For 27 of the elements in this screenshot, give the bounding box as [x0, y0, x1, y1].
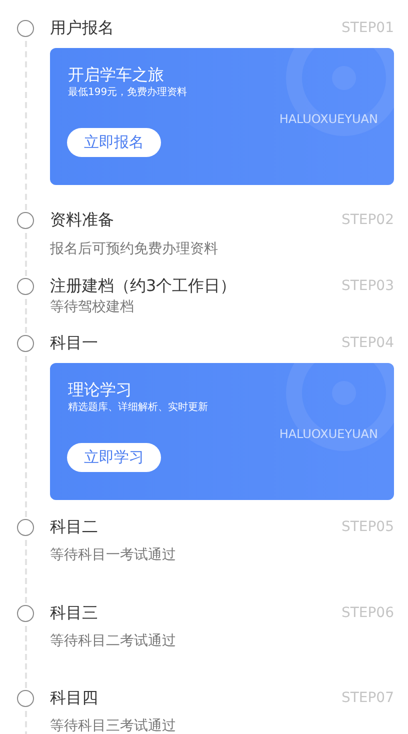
step-number: STEP01: [341, 18, 394, 38]
step-title: 科目一: [50, 332, 98, 354]
step-title: 科目四: [50, 687, 98, 709]
step-number: STEP07: [341, 688, 394, 708]
step-title: 科目三: [50, 602, 98, 624]
card-subtitle: 精选题库、详细解析、实时更新: [68, 401, 209, 415]
step-title: 资料准备: [50, 209, 114, 231]
step-title: 用户报名: [50, 17, 114, 39]
step-description: 等待驾校建档: [50, 298, 135, 316]
card-title: 理论学习: [68, 380, 133, 400]
step-number: STEP04: [341, 334, 394, 352]
step-title: 注册建档（约3个工作日）: [50, 275, 236, 297]
step-description: 等待科目二考试通过: [50, 632, 177, 650]
step-description: 报名后可预约免费办理资料: [50, 240, 219, 258]
step-number: STEP03: [341, 276, 394, 296]
brand-text: HALUOXUEYUAN: [279, 426, 378, 443]
step-number: STEP06: [341, 604, 394, 622]
step-title: 科目二: [50, 516, 98, 538]
card-title: 开启学车之旅: [68, 65, 165, 85]
step-description: 等待科目一考试通过: [50, 546, 177, 564]
step-number: STEP05: [341, 518, 394, 536]
brand-text: HALUOXUEYUAN: [279, 111, 378, 128]
card-subtitle: 最低199元，免费办理资料: [68, 86, 188, 100]
step-description: 等待科目三考试通过: [50, 717, 177, 734]
action-button[interactable]: 立即报名: [67, 128, 161, 157]
action-button[interactable]: 立即学习: [67, 443, 161, 472]
step-number: STEP02: [341, 210, 394, 230]
